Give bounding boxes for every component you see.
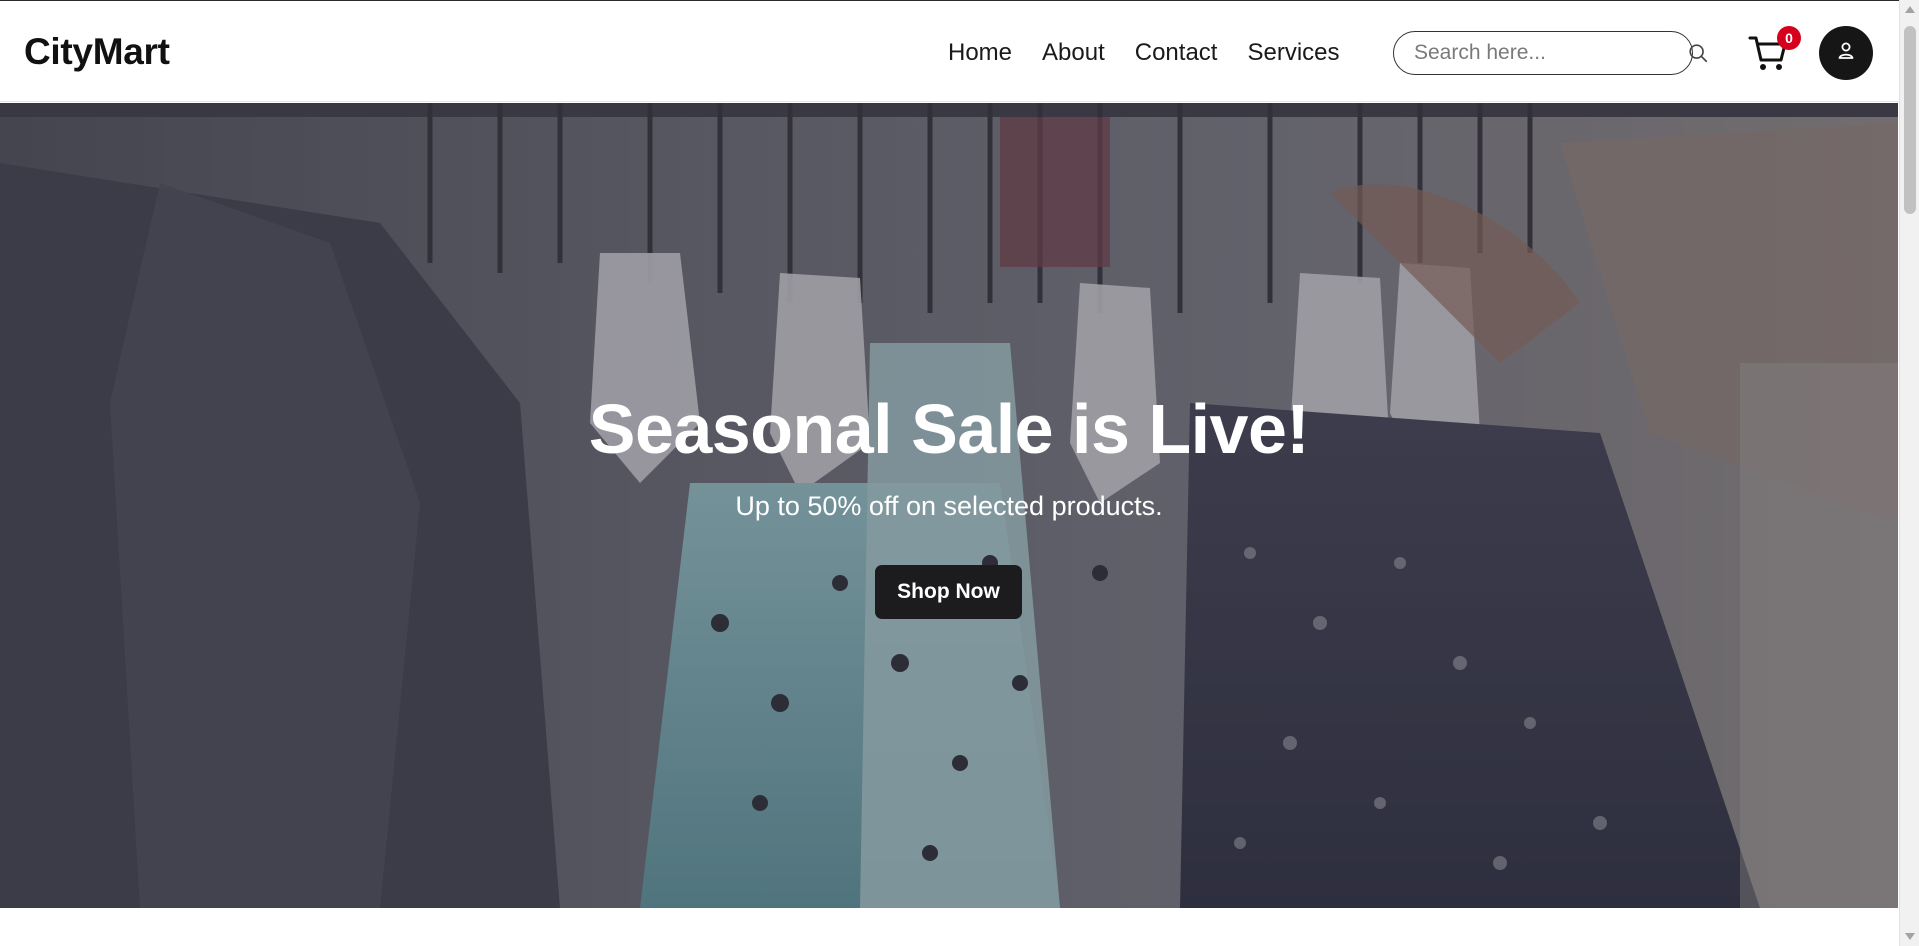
nav-link-services[interactable]: Services bbox=[1247, 39, 1339, 67]
hero-banner: Seasonal Sale is Live! Up to 50% off on … bbox=[0, 103, 1898, 908]
scroll-down-arrow-icon[interactable] bbox=[1905, 933, 1915, 940]
user-account-button[interactable] bbox=[1819, 26, 1873, 80]
search-input[interactable] bbox=[1412, 40, 1687, 66]
scrollbar-thumb[interactable] bbox=[1904, 26, 1916, 214]
user-icon bbox=[1836, 41, 1856, 66]
navbar: CityMart Home About Contact Services Sea… bbox=[0, 1, 1898, 102]
hero-content: Seasonal Sale is Live! Up to 50% off on … bbox=[0, 103, 1898, 908]
vertical-scrollbar[interactable] bbox=[1899, 0, 1919, 946]
hero-title: Seasonal Sale is Live! bbox=[588, 390, 1310, 468]
nav-link-contact[interactable]: Contact bbox=[1135, 39, 1218, 67]
cart-count-badge: 0 bbox=[1777, 26, 1801, 50]
page-content-start bbox=[0, 908, 1898, 946]
page: CityMart Home About Contact Services Sea… bbox=[0, 0, 1919, 946]
hero-subtitle: Up to 50% off on selected products. bbox=[735, 491, 1163, 521]
main-nav: Home About Contact Services bbox=[948, 39, 1340, 67]
brand-logo[interactable]: CityMart bbox=[24, 31, 170, 73]
search-icon[interactable] bbox=[1687, 41, 1709, 65]
nav-link-home[interactable]: Home bbox=[948, 39, 1012, 67]
shop-now-button[interactable]: Shop Now bbox=[875, 565, 1022, 619]
scroll-up-arrow-icon[interactable] bbox=[1905, 6, 1915, 13]
nav-link-about[interactable]: About bbox=[1042, 39, 1105, 67]
search-box bbox=[1393, 31, 1708, 75]
